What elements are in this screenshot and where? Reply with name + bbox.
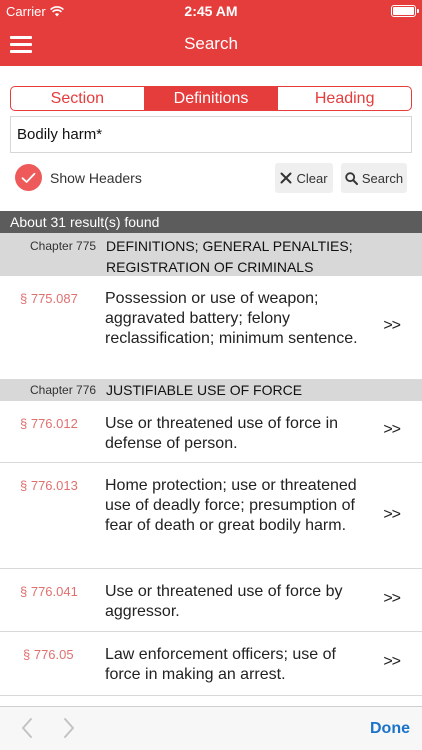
search-button-label: Search [361,170,404,186]
search-button[interactable]: Search [341,163,407,193]
section-description: Home protection; use or threatened use o… [105,477,357,534]
page-title: Search [184,34,238,53]
chevron-left-icon[interactable] [20,717,34,739]
chapter-header: Chapter 775 DEFINITIONS; GENERAL PENALTI… [0,233,422,276]
chapter-number: Chapter 775 [30,239,97,253]
results-count: About 31 result(s) found [0,211,422,233]
chevron-right-icon[interactable] [62,717,76,739]
section-number: § 775.087 [20,291,78,306]
battery-icon [391,5,419,17]
close-icon [280,172,292,184]
section-number: § 776.012 [20,416,78,431]
show-headers-checkbox[interactable]: Show Headers [15,164,142,191]
chevron-right-icon: >> [383,317,401,334]
chapter-title: DEFINITIONS; GENERAL PENALTIES; REGISTRA… [106,238,353,275]
section-number: § 776.013 [20,478,78,493]
tab-section[interactable]: Section [11,87,144,110]
chevron-right-icon: >> [383,590,401,607]
checkmark-icon [15,164,42,191]
bottom-toolbar: Done [0,706,422,750]
status-time: 2:45 AM [184,3,238,19]
result-row[interactable]: § 776.013 Home protection; use or threat… [0,463,422,569]
section-description: Use or threatened use of force by aggres… [105,583,343,620]
chevron-right-icon: >> [383,421,401,438]
nav-bar: Search [0,22,422,66]
status-bar: Carrier 2:45 AM [0,0,422,22]
chapter-title: JUSTIFIABLE USE OF FORCE [106,382,303,398]
section-number: § 776.05 [23,647,74,662]
result-row[interactable]: § 776.05 Law enforcement officers; use o… [0,632,422,696]
section-description: Use or threatened use of force in defens… [105,415,339,452]
chapter-number: Chapter 776 [30,383,97,397]
search-input[interactable] [10,116,412,153]
result-row[interactable]: § 776.012 Use or threatened use of force… [0,401,422,463]
section-number: § 776.041 [20,584,78,599]
result-row[interactable]: § 775.087 Possession or use of weapon; a… [0,276,422,380]
chevron-right-icon: >> [383,653,401,670]
show-headers-label: Show Headers [50,169,142,186]
section-description: Possession or use of weapon; aggravated … [105,290,358,347]
chevron-right-icon: >> [383,506,401,523]
tab-definitions[interactable]: Definitions [143,87,278,110]
tab-heading[interactable]: Heading [277,87,411,110]
search-icon [345,171,358,185]
result-row[interactable]: § 776.041 Use or threatened use of force… [0,569,422,632]
clear-button-label: Clear [296,170,328,186]
chapter-header: Chapter 776 JUSTIFIABLE USE OF FORCE [0,380,422,401]
section-description: Law enforcement officers; use of force i… [105,646,336,683]
search-mode-segmented-control: Section Definitions Heading [10,86,412,111]
done-button[interactable]: Done [370,720,410,738]
clear-button[interactable]: Clear [275,163,333,193]
